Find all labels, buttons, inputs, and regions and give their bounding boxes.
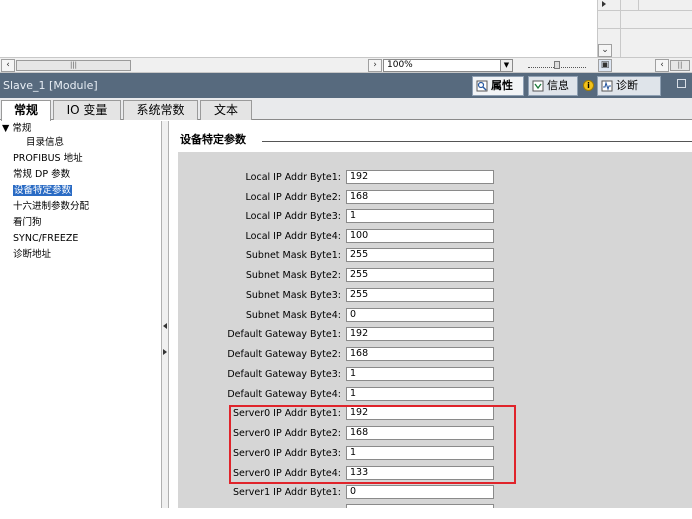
param-label: Subnet Mask Byte4:	[245, 310, 341, 321]
param-label: Local IP Addr Byte2:	[245, 192, 341, 203]
param-input-local-ip-byte1[interactable]: 192	[346, 170, 494, 184]
nav-item-device-specific-params[interactable]: 设备特定参数	[13, 185, 173, 197]
param-label: Default Gateway Byte2:	[227, 349, 341, 360]
param-row: Local IP Addr Byte2: 168	[178, 190, 692, 205]
warning-info-icon: i	[583, 80, 594, 91]
nav-item-watchdog[interactable]: 看门狗	[13, 217, 173, 229]
zoom-value: 100%	[387, 60, 413, 70]
tab-system-constants[interactable]: 系统常数	[123, 100, 198, 120]
nav-item-hex-param-assignment[interactable]: 十六进制参数分配	[13, 201, 173, 213]
zoom-fit-icon[interactable]: ▣	[598, 59, 612, 72]
param-row: Default Gateway Byte1: 192	[178, 327, 692, 342]
tab-info[interactable]: 信息	[528, 76, 578, 96]
scroll-right-button[interactable]: ›	[368, 59, 382, 72]
param-row: Default Gateway Byte4: 1	[178, 387, 692, 402]
nav-item-sync-freeze[interactable]: SYNC/FREEZE	[13, 233, 173, 245]
param-row	[178, 504, 692, 519]
highlight-box	[229, 405, 516, 484]
param-input-subnet-byte2[interactable]: 255	[346, 268, 494, 282]
info-icon	[532, 80, 544, 92]
scroll-down-button[interactable]: ⌄	[598, 44, 612, 57]
param-input-subnet-byte4[interactable]: 0	[346, 308, 494, 322]
tab-diagnostics[interactable]: 诊断	[597, 76, 661, 96]
zoom-select[interactable]: 100% ▼	[383, 59, 513, 72]
param-label: Default Gateway Byte1:	[227, 329, 341, 340]
param-label: Subnet Mask Byte3:	[245, 290, 341, 301]
zoom-slider-thumb[interactable]	[554, 61, 560, 69]
param-label: Local IP Addr Byte4:	[245, 231, 341, 242]
param-input-subnet-byte1[interactable]: 255	[346, 248, 494, 262]
param-label: Subnet Mask Byte2:	[245, 270, 341, 281]
expand-right-icon[interactable]	[163, 349, 167, 355]
param-input-local-ip-byte3[interactable]: 1	[346, 209, 494, 223]
zoom-slider[interactable]	[528, 61, 586, 69]
param-row: Subnet Mask Byte1: 255	[178, 248, 692, 263]
param-label: Local IP Addr Byte1:	[245, 172, 341, 183]
scroll-thumb-2[interactable]: ||	[670, 60, 690, 71]
section-title: 设备特定参数	[180, 133, 246, 146]
param-row: Default Gateway Byte2: 168	[178, 347, 692, 362]
param-label: Default Gateway Byte3:	[227, 369, 341, 380]
param-input-gateway-byte4[interactable]: 1	[346, 387, 494, 401]
expand-arrow-icon[interactable]	[602, 1, 606, 7]
chevron-down-icon[interactable]: ▼	[500, 60, 512, 71]
editor-scrollbar-row: ‹ ||| › 100% ▼ ▣ ‹ ||	[0, 57, 692, 73]
scroll-left-button[interactable]: ‹	[1, 59, 15, 72]
pane-splitter[interactable]	[162, 121, 169, 508]
tab-diagnostics-label: 诊断	[616, 79, 638, 92]
param-input-partial[interactable]	[346, 504, 494, 508]
param-input-local-ip-byte4[interactable]: 100	[346, 229, 494, 243]
collapse-left-icon[interactable]	[163, 323, 167, 329]
param-row: Local IP Addr Byte4: 100	[178, 229, 692, 244]
tab-bar: 常规 IO 变量 系统常数 文本	[0, 98, 692, 121]
param-input-subnet-byte3[interactable]: 255	[346, 288, 494, 302]
param-input-gateway-byte2[interactable]: 168	[346, 347, 494, 361]
param-row: Subnet Mask Byte4: 0	[178, 308, 692, 323]
inspector-title: Slave_1 [Module]	[3, 79, 98, 92]
param-row: Subnet Mask Byte3: 255	[178, 288, 692, 303]
scroll-left-button-2[interactable]: ‹	[655, 59, 669, 72]
section-divider	[262, 141, 692, 142]
tab-io-tags[interactable]: IO 变量	[53, 100, 121, 120]
param-label: Local IP Addr Byte3:	[245, 211, 341, 222]
tab-general[interactable]: 常规	[1, 100, 51, 121]
scroll-thumb[interactable]: |||	[16, 60, 131, 71]
tab-info-label: 信息	[547, 79, 569, 92]
nav-item-profibus-address[interactable]: PROFIBUS 地址	[13, 153, 173, 165]
overview-navigation-pane[interactable]: ⌄	[597, 0, 692, 62]
param-row: Server1 IP Addr Byte1: 0	[178, 485, 692, 500]
nav-item-diagnostic-address[interactable]: 诊断地址	[13, 249, 173, 261]
param-input-gateway-byte1[interactable]: 192	[346, 327, 494, 341]
tab-texts[interactable]: 文本	[200, 100, 252, 120]
param-input-server1-ip-byte1[interactable]: 0	[346, 485, 494, 499]
param-input-local-ip-byte2[interactable]: 168	[346, 190, 494, 204]
param-row: Subnet Mask Byte2: 255	[178, 268, 692, 283]
maximize-icon[interactable]	[677, 79, 686, 88]
parameter-nav-tree: ▼ 常规 目录信息 PROFIBUS 地址 常规 DP 参数 设备特定参数 十六…	[0, 121, 162, 508]
inspector-title-bar: Slave_1 [Module] 属性 信息 i 诊断	[0, 73, 692, 98]
properties-icon	[476, 80, 488, 92]
nav-item-general-dp-params[interactable]: 常规 DP 参数	[13, 169, 173, 181]
param-label: Server1 IP Addr Byte1:	[232, 487, 341, 498]
param-row: Local IP Addr Byte3: 1	[178, 209, 692, 224]
nav-item-general[interactable]: ▼ 常规	[2, 123, 162, 135]
param-label: Subnet Mask Byte1:	[245, 250, 341, 261]
diagnostics-icon	[601, 80, 613, 92]
param-label: Default Gateway Byte4:	[227, 389, 341, 400]
param-row: Default Gateway Byte3: 1	[178, 367, 692, 382]
tab-properties-label: 属性	[491, 79, 513, 92]
param-row: Local IP Addr Byte1: 192	[178, 170, 692, 185]
tab-properties[interactable]: 属性	[472, 76, 524, 96]
param-input-gateway-byte3[interactable]: 1	[346, 367, 494, 381]
